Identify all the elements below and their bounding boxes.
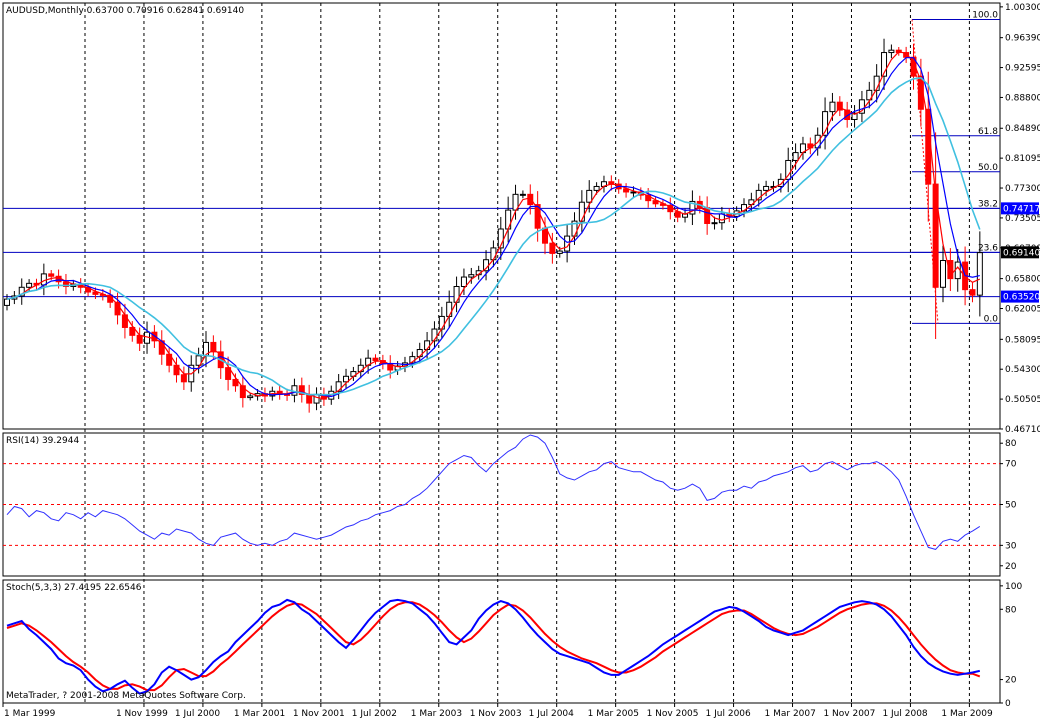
candle-body <box>313 393 320 404</box>
price-tick-label: 0.62005 <box>1005 305 1040 315</box>
fib-level-label: 38.2 <box>978 199 998 209</box>
main-title: AUDUSD,Monthly 0.63700 0.70916 0.62841 0… <box>6 6 244 16</box>
time-tick-label: 1 Jul 2006 <box>706 709 751 719</box>
candle-body <box>976 252 983 296</box>
price-tick-label: 0.73505 <box>1005 214 1040 224</box>
time-tick-label: 1 Jul 2004 <box>529 709 574 719</box>
stoch-title: Stoch(5,3,3) 27.4195 22.6546 <box>6 583 142 593</box>
fib-level-label: 100.0 <box>972 11 998 21</box>
candle-body <box>40 273 47 286</box>
price-tick-label: 0.50505 <box>1005 395 1040 405</box>
candle-body <box>460 276 467 288</box>
price-tick-label: 0.58095 <box>1005 335 1040 345</box>
candle-body <box>578 201 585 222</box>
rsi-tick-label: 30 <box>1005 541 1017 551</box>
time-tick-label: 1 Mar 1999 <box>4 709 56 719</box>
time-tick-label: 1 Mar 2009 <box>941 709 993 719</box>
price-tick-label: 0.77300 <box>1005 184 1040 194</box>
candle-body <box>26 282 33 288</box>
time-tick-label: 1 Jul 2002 <box>352 709 397 719</box>
candle-body <box>4 298 10 306</box>
copyright-footer: MetaTrader, ? 2001-2008 MetaQuotes Softw… <box>6 691 246 701</box>
time-tick-label: 1 Mar 2003 <box>411 709 462 719</box>
price-marker-label: 0.74717 <box>1003 204 1040 214</box>
candle-body <box>969 289 976 296</box>
rsi-tick-label: 50 <box>1005 501 1017 511</box>
candle-body <box>711 222 718 225</box>
time-tick-label: 1 Nov 1999 <box>116 709 168 719</box>
time-tick-label: 1 Nov 2007 <box>823 709 875 719</box>
price-tick-label: 0.54300 <box>1005 365 1040 375</box>
candle-body <box>48 273 55 277</box>
stoch-pane[interactable] <box>2 579 1001 704</box>
fib-level-label: 0.0 <box>984 314 999 324</box>
candle-body <box>372 357 379 362</box>
price-marker-label: 0.63520 <box>1003 293 1040 303</box>
candle-body <box>136 334 143 344</box>
candle-body <box>446 301 453 317</box>
time-tick-label: 1 Mar 2005 <box>588 709 639 719</box>
stoch-tick-label: 20 <box>1005 676 1017 686</box>
stoch-tick-label: 0 <box>1005 699 1011 709</box>
candle-body <box>490 247 497 261</box>
candle-body <box>932 183 939 288</box>
candle-body <box>549 242 556 254</box>
candle-body <box>939 260 946 288</box>
time-tick-label: 1 Nov 2001 <box>293 709 345 719</box>
rsi-tick-label: 70 <box>1005 460 1017 470</box>
price-tick-label: 0.96390 <box>1005 34 1040 44</box>
candle-body <box>586 189 593 203</box>
time-tick-label: 1 Nov 2005 <box>647 709 699 719</box>
trading-chart[interactable]: 100.0 61.8 50.0 38.2 23.6 0.0 1.00300 0.96390 0… <box>0 0 1040 720</box>
candle-body <box>453 286 460 303</box>
price-tick-label: 1.00300 <box>1005 3 1040 13</box>
rsi-tick-label: 20 <box>1005 562 1017 572</box>
price-tick-label: 0.88800 <box>1005 93 1040 103</box>
price-tick-label: 0.92595 <box>1005 64 1040 74</box>
candle-body <box>888 49 895 54</box>
price-tick-label: 0.65800 <box>1005 275 1040 285</box>
rsi-title: RSI(14) 39.2944 <box>6 436 79 446</box>
candle-body <box>792 152 799 161</box>
price-tick-label: 0.46710 <box>1005 425 1040 435</box>
fib-level-label: 23.6 <box>978 243 998 253</box>
candle-body <box>180 374 187 383</box>
price-marker-label: 0.69140 <box>1003 248 1040 258</box>
fib-level-label: 61.8 <box>978 127 998 137</box>
stoch-tick-label: 100 <box>1005 582 1022 592</box>
price-tick-label: 0.84890 <box>1005 124 1040 134</box>
time-tick-label: 1 Jul 2000 <box>175 709 220 719</box>
fib-level-label: 50.0 <box>978 163 998 173</box>
candle-body <box>519 193 526 196</box>
time-tick-label: 1 Mar 2001 <box>234 709 285 719</box>
candle-body <box>763 185 770 191</box>
candle-body <box>468 274 475 278</box>
candle-body <box>593 185 600 191</box>
time-tick-label: 1 Nov 2003 <box>470 709 522 719</box>
candle-body <box>718 213 725 224</box>
time-tick-label: 1 Jul 2008 <box>882 709 927 719</box>
candle-body <box>630 191 637 194</box>
stoch-tick-label: 80 <box>1005 605 1017 615</box>
candle-body <box>438 315 445 330</box>
candle-body <box>556 250 563 254</box>
time-tick-label: 1 Mar 2007 <box>765 709 816 719</box>
rsi-tick-label: 80 <box>1005 439 1017 449</box>
price-tick-label: 0.81095 <box>1005 154 1040 164</box>
main-pane[interactable] <box>2 2 1001 430</box>
candle-body <box>247 395 254 399</box>
candle-body <box>829 101 836 113</box>
